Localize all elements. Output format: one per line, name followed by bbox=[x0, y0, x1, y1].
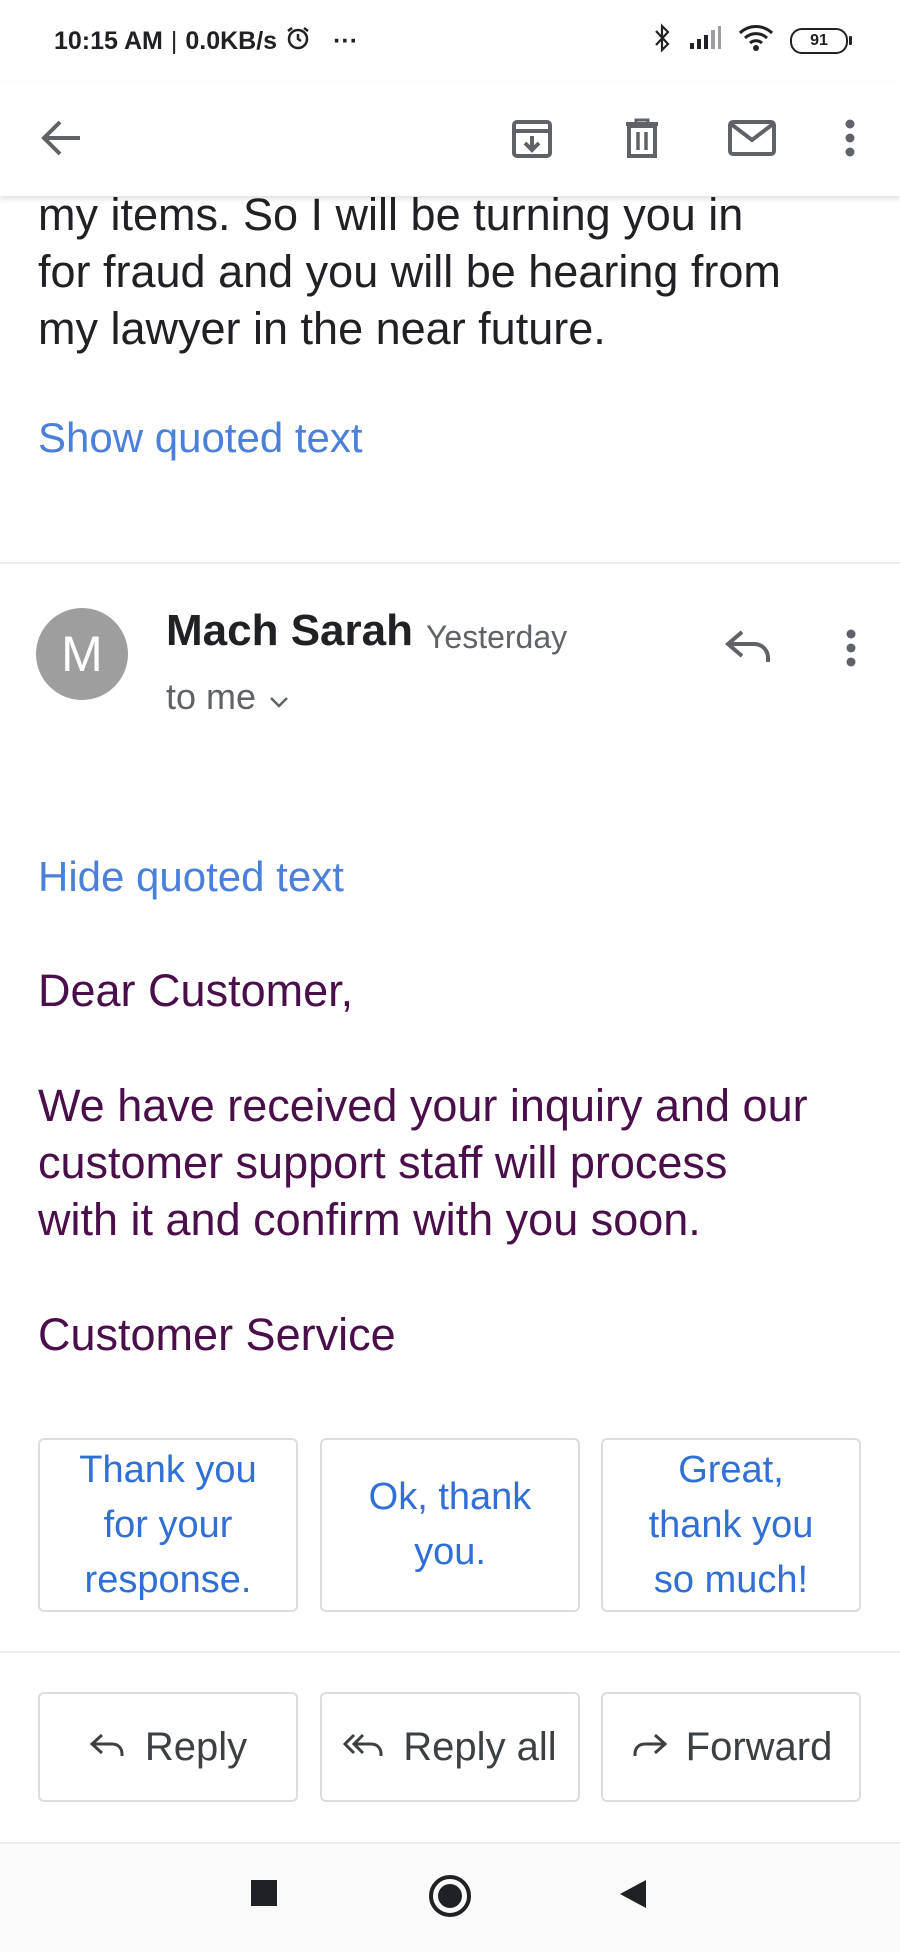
recents-square-icon[interactable] bbox=[249, 1878, 279, 1913]
recipient-details[interactable]: to me bbox=[166, 676, 290, 718]
wifi-icon bbox=[738, 24, 774, 59]
show-quoted-text-link[interactable]: Show quoted text bbox=[38, 414, 363, 462]
status-left: 10:15 AM | 0.0KB/s ··· bbox=[54, 25, 358, 58]
actions-divider bbox=[0, 1651, 900, 1653]
status-net-speed: 0.0KB/s bbox=[185, 26, 278, 55]
top-toolbar bbox=[0, 82, 900, 196]
body-line: for fraud and you will be hearing from bbox=[38, 246, 781, 297]
alarm-icon bbox=[285, 25, 311, 58]
status-right: 91 bbox=[652, 22, 852, 60]
status-time: 10:15 AM bbox=[54, 26, 163, 55]
reply-button[interactable]: Reply bbox=[38, 1692, 298, 1802]
sender-name: Mach Sarah bbox=[166, 606, 413, 655]
mark-unread-icon[interactable] bbox=[724, 110, 780, 166]
status-separator: | bbox=[170, 26, 178, 55]
reply-label: Reply bbox=[144, 1724, 248, 1769]
message-body: We have received your inquiry and our cu… bbox=[38, 1077, 868, 1248]
body-line: customer support staff will process bbox=[38, 1137, 728, 1188]
message-greeting: Dear Customer, bbox=[38, 965, 354, 1016]
status-bar: 10:15 AM | 0.0KB/s ··· 91 bbox=[0, 0, 900, 82]
forward-button[interactable]: Forward bbox=[601, 1692, 861, 1802]
forward-label: Forward bbox=[685, 1724, 833, 1769]
previous-message-body: my items. So I will be turning you in fo… bbox=[38, 186, 878, 357]
smart-reply-line: thank you bbox=[648, 1503, 814, 1546]
recipient-label: to me bbox=[166, 676, 257, 717]
hide-quoted-text-link[interactable]: Hide quoted text bbox=[38, 853, 344, 901]
sender-avatar[interactable]: M bbox=[36, 608, 128, 700]
message-signature: Customer Service bbox=[38, 1309, 396, 1360]
smart-reply-line: response. bbox=[84, 1558, 252, 1601]
system-nav-bar bbox=[0, 1842, 900, 1952]
delete-icon[interactable] bbox=[614, 110, 670, 166]
smart-reply-line: Great, bbox=[678, 1448, 784, 1491]
message-more-icon[interactable] bbox=[836, 626, 866, 675]
smart-reply-line: Ok, thank bbox=[368, 1476, 532, 1518]
smart-reply-1[interactable]: Thank you for your response. bbox=[38, 1438, 298, 1612]
archive-icon[interactable] bbox=[504, 110, 560, 166]
reply-icon[interactable] bbox=[724, 626, 776, 671]
status-more: ··· bbox=[333, 26, 359, 55]
bluetooth-icon bbox=[652, 22, 672, 60]
back-arrow-icon[interactable] bbox=[34, 110, 90, 166]
home-circle-icon[interactable] bbox=[428, 1874, 472, 1923]
smart-reply-3[interactable]: Great, thank you so much! bbox=[601, 1438, 861, 1612]
reply-all-label: Reply all bbox=[403, 1724, 557, 1769]
smart-reply-line: Thank you bbox=[79, 1448, 257, 1491]
message-divider bbox=[0, 562, 900, 564]
smart-reply-line: so much! bbox=[653, 1558, 809, 1601]
chevron-down-icon bbox=[268, 676, 290, 718]
more-vert-icon[interactable] bbox=[822, 110, 878, 166]
back-triangle-icon[interactable] bbox=[618, 1878, 650, 1915]
body-line: my lawyer in the near future. bbox=[38, 303, 606, 354]
reply-all-icon bbox=[343, 1725, 385, 1770]
reply-icon bbox=[89, 1725, 127, 1770]
smart-reply-2[interactable]: Ok, thank you. bbox=[320, 1438, 580, 1612]
forward-icon bbox=[630, 1725, 668, 1770]
body-line: with it and confirm with you soon. bbox=[38, 1194, 701, 1245]
body-line: We have received your inquiry and our bbox=[38, 1080, 808, 1131]
reply-all-button[interactable]: Reply all bbox=[320, 1692, 580, 1802]
battery-icon: 91 bbox=[790, 28, 852, 54]
smart-reply-line: for your bbox=[103, 1503, 233, 1546]
signal-icon bbox=[688, 25, 722, 58]
message-date: Yesterday bbox=[426, 619, 568, 655]
smart-reply-line: you. bbox=[414, 1531, 486, 1573]
